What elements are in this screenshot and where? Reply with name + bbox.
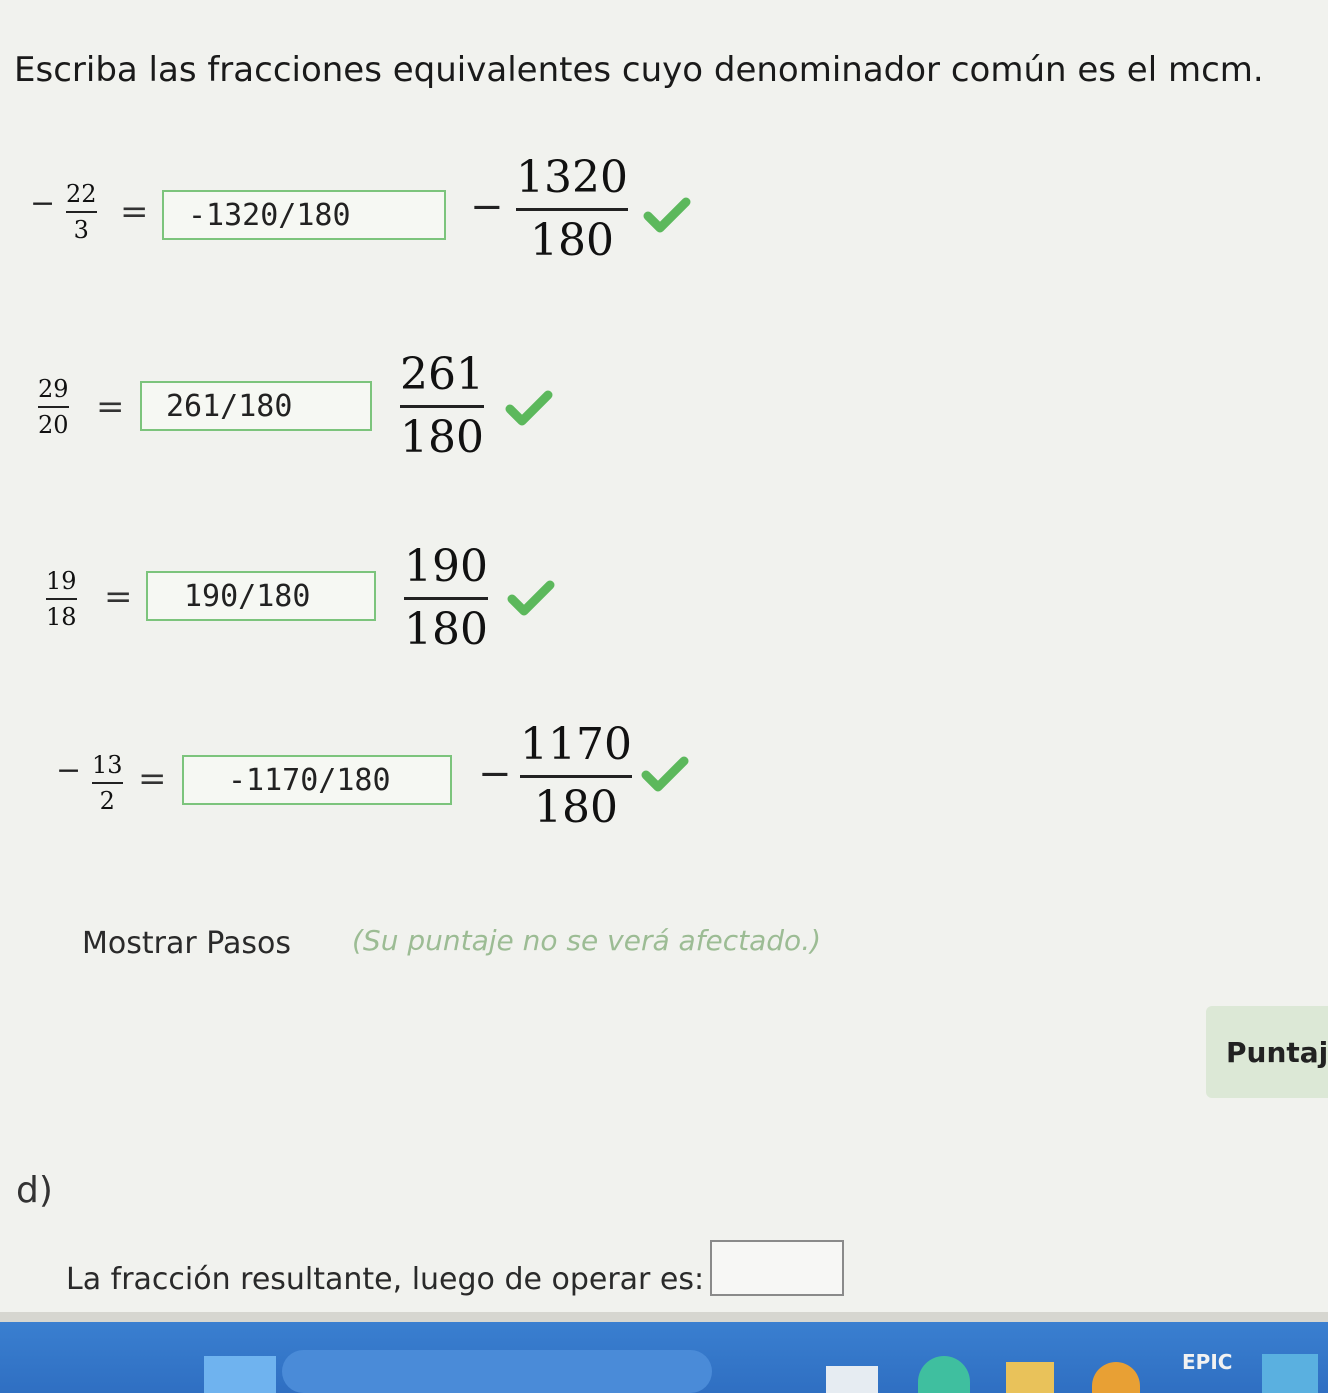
folder-icon[interactable] — [1006, 1362, 1054, 1393]
preview-numerator: 1320 — [516, 152, 628, 203]
preview-denominator: 180 — [404, 604, 488, 655]
answer-input[interactable]: -1170/180 — [182, 755, 452, 805]
answer-input[interactable]: 190/180 — [146, 571, 376, 621]
windows-start-icon[interactable] — [204, 1356, 276, 1393]
fraction-row-4: − 13 2 = -1170/180 − 1170 180 — [0, 715, 760, 845]
preview-denominator: 180 — [400, 412, 484, 463]
preview-denominator: 180 — [530, 215, 614, 266]
answer-input[interactable]: 261/180 — [140, 381, 372, 431]
preview-fraction: 1170 180 — [520, 723, 632, 830]
check-icon — [505, 390, 553, 426]
instruction-text: Escriba las fracciones equivalentes cuyo… — [14, 50, 1264, 90]
given-numerator: 22 — [66, 180, 97, 208]
browser-icon[interactable] — [826, 1366, 878, 1393]
given-numerator: 29 — [38, 375, 69, 403]
equals-sign: = — [96, 387, 125, 427]
given-numerator: 13 — [92, 751, 123, 779]
minus-sign: − — [56, 753, 82, 788]
given-fraction: 19 18 — [46, 569, 77, 629]
preview-denominator: 180 — [534, 782, 618, 833]
given-numerator: 19 — [46, 567, 77, 595]
given-fraction: 13 2 — [92, 753, 123, 813]
given-denominator: 20 — [38, 411, 69, 439]
fraction-row-3: 19 18 = 190/180 190 180 — [0, 535, 760, 665]
preview-numerator: 1170 — [520, 719, 632, 770]
show-steps-link[interactable]: Mostrar Pasos — [82, 926, 291, 961]
fraction-row-2: 29 20 = 261/180 261 180 — [0, 345, 760, 475]
preview-fraction: 261 180 — [400, 353, 484, 460]
epic-games-icon[interactable]: EPIC — [1182, 1350, 1232, 1374]
score-panel[interactable]: Puntaj — [1206, 1006, 1328, 1098]
result-input[interactable] — [710, 1240, 844, 1296]
preview-minus-sign: − — [470, 184, 504, 230]
chrome-icon[interactable] — [1092, 1362, 1140, 1393]
preview-numerator: 190 — [404, 541, 488, 592]
score-label: Puntaj — [1226, 1036, 1328, 1069]
given-denominator: 2 — [99, 787, 115, 815]
fraction-row-1: − 22 3 = -1320/180 − 1320 180 — [0, 150, 760, 280]
given-fraction: 22 3 — [66, 182, 97, 242]
score-unaffected-note: (Su puntaje no se verá afectado.) — [352, 924, 822, 957]
preview-numerator: 261 — [400, 349, 484, 400]
edge-icon[interactable] — [918, 1356, 970, 1393]
store-icon[interactable] — [1262, 1354, 1318, 1393]
equals-sign: = — [138, 759, 167, 799]
taskbar: EPIC — [0, 1322, 1328, 1393]
given-denominator: 3 — [73, 216, 89, 244]
preview-fraction: 1320 180 — [516, 156, 628, 263]
check-icon — [643, 197, 691, 233]
given-denominator: 18 — [46, 603, 77, 631]
equals-sign: = — [120, 192, 149, 232]
answer-input[interactable]: -1320/180 — [162, 190, 446, 240]
minus-sign: − — [30, 186, 56, 221]
section-letter: d) — [16, 1170, 53, 1211]
page-edge — [0, 1312, 1328, 1322]
check-icon — [641, 756, 689, 792]
result-label: La fracción resultante, luego de operar … — [66, 1262, 705, 1297]
preview-fraction: 190 180 — [404, 545, 488, 652]
check-icon — [507, 580, 555, 616]
equals-sign: = — [104, 577, 133, 617]
preview-minus-sign: − — [478, 751, 512, 797]
given-fraction: 29 20 — [38, 377, 69, 437]
taskbar-search-box[interactable] — [282, 1350, 712, 1393]
